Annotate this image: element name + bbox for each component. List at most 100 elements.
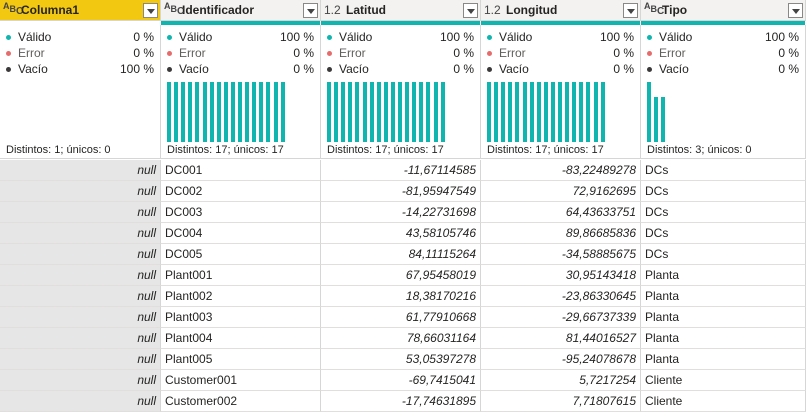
stat-label: Error: [499, 46, 526, 60]
table-cell[interactable]: Planta: [641, 286, 806, 307]
column-header-identificador[interactable]: A B C Identificador: [161, 0, 321, 21]
table-cell[interactable]: Customer002: [161, 391, 321, 412]
table-cell[interactable]: -83,22489278: [481, 160, 641, 181]
filter-dropdown-button[interactable]: [623, 2, 638, 18]
table-cell[interactable]: 7,71807615: [481, 391, 641, 412]
table-cell[interactable]: null: [0, 349, 161, 370]
stat-error: Error 0 %: [487, 45, 634, 61]
stat-label: Válido: [499, 30, 533, 44]
distribution-bar: [245, 82, 250, 142]
filter-dropdown-button[interactable]: [788, 2, 803, 18]
distribution-bar: [593, 82, 598, 142]
table-cell[interactable]: null: [0, 223, 161, 244]
table-cell[interactable]: DC005: [161, 244, 321, 265]
decimal-type-icon[interactable]: 1.2: [324, 3, 346, 17]
table-cell[interactable]: Planta: [641, 307, 806, 328]
table-cell[interactable]: -81,95947549: [321, 181, 481, 202]
filter-dropdown-button[interactable]: [143, 2, 158, 18]
text-type-icon[interactable]: ABC: [164, 2, 184, 17]
table-cell[interactable]: 61,77910668: [321, 307, 481, 328]
table-cell[interactable]: -23,86330645: [481, 286, 641, 307]
table-cell[interactable]: -14,22731698: [321, 202, 481, 223]
table-cell[interactable]: 53,05397278: [321, 349, 481, 370]
value-distribution-chart: [327, 82, 448, 142]
column-header-latitud[interactable]: 1.2 Latitud: [321, 0, 481, 21]
table-cell[interactable]: Cliente: [641, 370, 806, 391]
table-cell[interactable]: null: [0, 265, 161, 286]
distribution-bar: [647, 82, 651, 142]
table-cell[interactable]: Plant001: [161, 265, 321, 286]
table-cell[interactable]: Plant004: [161, 328, 321, 349]
column-profile-columna1: Válido 0 % Error 0 % Vacío 100 % Distintos: 1;…: [0, 25, 161, 159]
stat-error: Error 0 %: [6, 45, 154, 61]
column-header-tipo[interactable]: A B C Tipo: [641, 0, 806, 21]
column-profile-tipo: Válido 100 % Error 0 % Vacío 0 % Distintos: 3;…: [641, 25, 806, 159]
distribution-bar: [174, 82, 179, 142]
table-cell[interactable]: 5,7217254: [481, 370, 641, 391]
table-cell[interactable]: DC003: [161, 202, 321, 223]
table-cell[interactable]: -95,24078678: [481, 349, 641, 370]
column-header-columna1[interactable]: A B C Columna1: [0, 0, 161, 21]
stat-empty: Vacío 0 %: [327, 61, 474, 77]
table-cell[interactable]: 43,58105746: [321, 223, 481, 244]
decimal-type-icon[interactable]: 1.2: [484, 3, 506, 17]
table-cell[interactable]: DC001: [161, 160, 321, 181]
table-cell[interactable]: Planta: [641, 328, 806, 349]
distribution-bar: [348, 82, 353, 142]
table-cell[interactable]: Plant003: [161, 307, 321, 328]
table-cell[interactable]: DC004: [161, 223, 321, 244]
filter-dropdown-button[interactable]: [463, 2, 478, 18]
table-cell[interactable]: -69,7415041: [321, 370, 481, 391]
table-cell[interactable]: 67,95458019: [321, 265, 481, 286]
table-cell[interactable]: null: [0, 307, 161, 328]
distribution-bar: [419, 82, 424, 142]
table-cell[interactable]: 89,86685836: [481, 223, 641, 244]
table-cell[interactable]: 81,44016527: [481, 328, 641, 349]
stat-label: Vacío: [659, 62, 689, 76]
table-cell[interactable]: null: [0, 160, 161, 181]
table-cell[interactable]: Plant005: [161, 349, 321, 370]
table-cell[interactable]: -11,67114585: [321, 160, 481, 181]
column-header-longitud[interactable]: 1.2 Longitud: [481, 0, 641, 21]
text-type-icon[interactable]: ABC: [644, 2, 664, 17]
table-cell[interactable]: Plant002: [161, 286, 321, 307]
distribution-bar: [273, 82, 278, 142]
table-cell[interactable]: 84,11115264: [321, 244, 481, 265]
distinct-count: Distintos: 1; únicos: 0: [6, 144, 111, 156]
dot-valid-icon: [167, 34, 172, 40]
table-cell[interactable]: 18,38170216: [321, 286, 481, 307]
table-cell[interactable]: null: [0, 286, 161, 307]
stat-label: Válido: [659, 30, 693, 44]
table-cell[interactable]: DCs: [641, 202, 806, 223]
table-cell[interactable]: DCs: [641, 244, 806, 265]
distribution-bar: [223, 82, 228, 142]
distribution-bar: [661, 97, 666, 142]
text-type-icon[interactable]: ABC: [3, 2, 23, 17]
table-cell[interactable]: null: [0, 391, 161, 412]
table-cell[interactable]: Cliente: [641, 391, 806, 412]
table-cell[interactable]: null: [0, 244, 161, 265]
filter-dropdown-button[interactable]: [303, 2, 318, 18]
table-cell[interactable]: DCs: [641, 160, 806, 181]
table-cell[interactable]: null: [0, 181, 161, 202]
table-cell[interactable]: null: [0, 202, 161, 223]
distribution-bar: [412, 82, 417, 142]
table-cell[interactable]: DCs: [641, 181, 806, 202]
table-cell[interactable]: 30,95143418: [481, 265, 641, 286]
table-cell[interactable]: DCs: [641, 223, 806, 244]
stat-label: Vacío: [18, 62, 48, 76]
table-cell[interactable]: -29,66737339: [481, 307, 641, 328]
table-cell[interactable]: Customer001: [161, 370, 321, 391]
table-cell[interactable]: DC002: [161, 181, 321, 202]
dot-empty-icon: [6, 66, 11, 72]
table-cell[interactable]: -17,74631895: [321, 391, 481, 412]
table-cell[interactable]: null: [0, 370, 161, 391]
table-cell[interactable]: Planta: [641, 349, 806, 370]
dot-error-icon: [6, 50, 11, 56]
table-cell[interactable]: 72,9162695: [481, 181, 641, 202]
table-cell[interactable]: null: [0, 328, 161, 349]
table-cell[interactable]: -34,58885675: [481, 244, 641, 265]
table-cell[interactable]: 64,43633751: [481, 202, 641, 223]
table-cell[interactable]: 78,66031164: [321, 328, 481, 349]
table-cell[interactable]: Planta: [641, 265, 806, 286]
